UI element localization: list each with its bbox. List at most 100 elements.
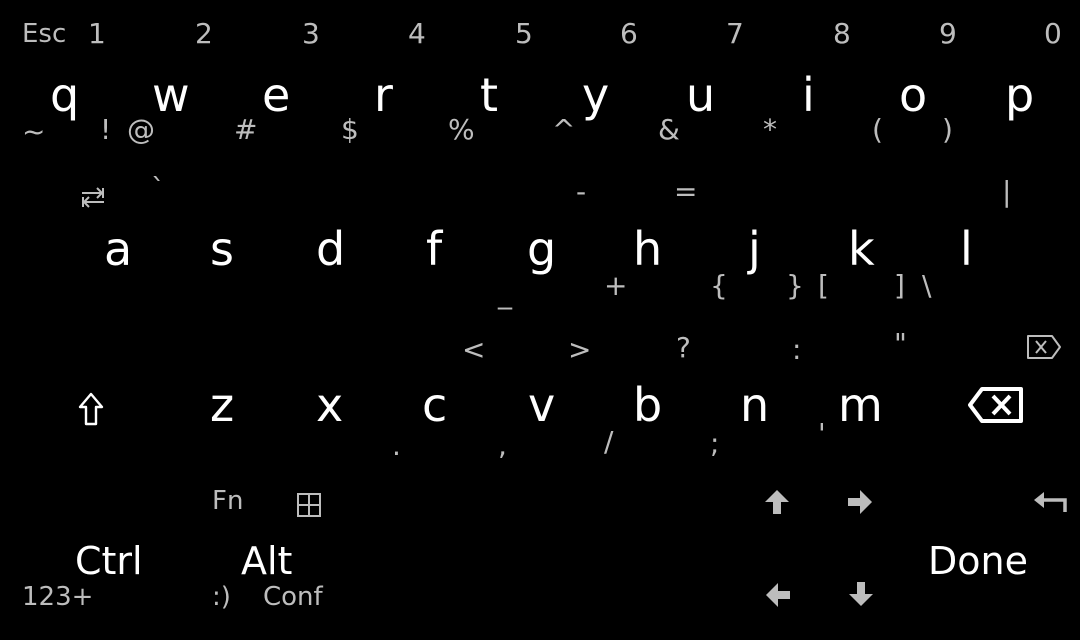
return-icon [1032,488,1068,517]
key-e[interactable]: 3 e # [216,0,324,160]
emoji-grid-icon [296,492,322,521]
key-s[interactable]: s [170,160,278,320]
key-alt[interactable]: Fn Alt :) Conf [200,480,360,640]
key-y-number-label: 6 [620,17,638,50]
key-q-tilde-label: ~ [22,115,46,148]
key-r[interactable]: 4 r $ [324,0,432,160]
arrow-right-icon[interactable] [846,489,874,518]
key-l-backslash-label: \ [922,269,932,302]
key-t[interactable]: 5 t % [432,0,540,160]
key-m[interactable]: : " m ' [792,320,926,480]
key-o-main-label: o [899,68,928,122]
key-h-main-label: h [633,222,663,276]
key-w[interactable]: 2 w ! @ [100,0,216,160]
tab-icon [80,186,106,211]
key-g-minus-label: - [576,175,587,208]
key-p[interactable]: 0 p ) [942,0,1080,160]
key-n[interactable]: ? n ; [676,320,818,480]
key-alt-emoticon-label: :) [212,582,231,612]
key-arrows[interactable] [740,480,900,640]
key-k[interactable]: k } [ [786,160,926,320]
key-p-number-label: 0 [1044,17,1062,50]
key-ctrl-main-label: Ctrl [75,539,143,583]
key-alt-main-label: Alt [241,539,293,583]
key-i-main-label: i [802,68,815,122]
arrow-down-icon[interactable] [848,580,874,611]
key-k-main-label: k [848,222,875,276]
key-m-apostrophe-label: ' [818,417,826,450]
key-w-exclamation-label: ! [100,113,112,146]
key-k-open-bracket-label: [ [818,269,829,302]
key-v-comma-label: , [498,429,507,462]
key-q[interactable]: Esc 1 q ~ [0,0,108,160]
key-w-number-label: 2 [195,17,213,50]
key-v-main-label: v [528,378,556,432]
key-backspace[interactable] [926,320,1080,480]
key-t-percent-label: % [448,113,475,146]
key-x[interactable]: x [278,320,386,480]
key-r-dollar-label: $ [341,113,359,146]
key-l-main-label: l [960,222,973,276]
key-alt-fn-label: Fn [212,486,244,516]
arrow-up-icon[interactable] [764,488,790,519]
key-a-main-label: a [104,222,133,276]
key-l[interactable]: | l ] \ [894,160,1080,320]
key-j-open-brace-label: { [710,269,728,302]
key-m-colon-label: : [792,333,802,366]
key-l-pipe-label: | [1002,175,1012,208]
key-i[interactable]: 8 i * [756,0,864,160]
key-o-open-paren-label: ( [872,113,883,146]
key-shift[interactable] [0,320,170,480]
key-q-number-label: 1 [88,17,106,50]
key-done-main-label: Done [928,539,1028,583]
key-p-main-label: p [1005,68,1035,122]
key-m-double-quote-label: " [894,327,907,360]
key-alt-conf-label: Conf [263,582,323,612]
key-space[interactable] [360,480,740,640]
key-w-main-label: w [152,68,190,122]
key-y-caret-label: ^ [552,113,576,146]
key-ctrl[interactable]: Ctrl 123+ [0,480,200,640]
key-q-esc-label: Esc [22,19,67,49]
key-o[interactable]: 9 o ( [864,0,972,160]
key-ctrl-123-label: 123+ [22,582,94,612]
key-q-main-label: q [50,68,80,122]
key-a[interactable]: ` a [0,160,170,320]
key-z-main-label: z [210,378,235,432]
key-d[interactable]: d [278,160,386,320]
key-a-backtick-label: ` [151,172,165,205]
key-v-less-than-label: < [462,333,486,366]
keyboard: Esc 1 q ~ 2 w ! @ 3 e # 4 r $ 5 t % 6 y … [0,0,1080,640]
key-y-main-label: y [582,68,610,122]
arrow-left-icon[interactable] [764,582,792,611]
key-b-slash-label: / [604,425,614,458]
key-c-period-label: . [392,429,401,462]
key-i-asterisk-label: * [763,113,777,146]
key-n-question-label: ? [676,331,691,364]
key-p-close-paren-label: ) [942,113,953,146]
key-n-semicolon-label: ; [710,427,720,460]
key-f-main-label: f [426,222,443,276]
key-e-hash-label: # [234,113,258,146]
key-c-main-label: c [422,378,448,432]
shift-icon [78,392,104,429]
key-r-number-label: 4 [408,17,426,50]
key-e-number-label: 3 [302,17,320,50]
key-u-main-label: u [686,68,716,122]
key-u[interactable]: 7 u & [648,0,756,160]
key-t-main-label: t [480,68,499,122]
key-g[interactable]: - g _ [494,160,602,320]
key-s-main-label: s [210,222,234,276]
key-i-number-label: 8 [833,17,851,50]
key-b[interactable]: > b / [568,320,710,480]
key-f[interactable]: f [386,160,494,320]
key-h[interactable]: = h + [602,160,710,320]
key-t-number-label: 5 [515,17,533,50]
key-x-main-label: x [316,378,344,432]
key-done[interactable]: Done [900,480,1080,640]
key-u-ampersand-label: & [658,113,680,146]
key-y[interactable]: 6 y ^ [540,0,648,160]
key-r-main-label: r [374,68,393,122]
key-d-main-label: d [316,222,346,276]
key-z[interactable]: z [170,320,278,480]
